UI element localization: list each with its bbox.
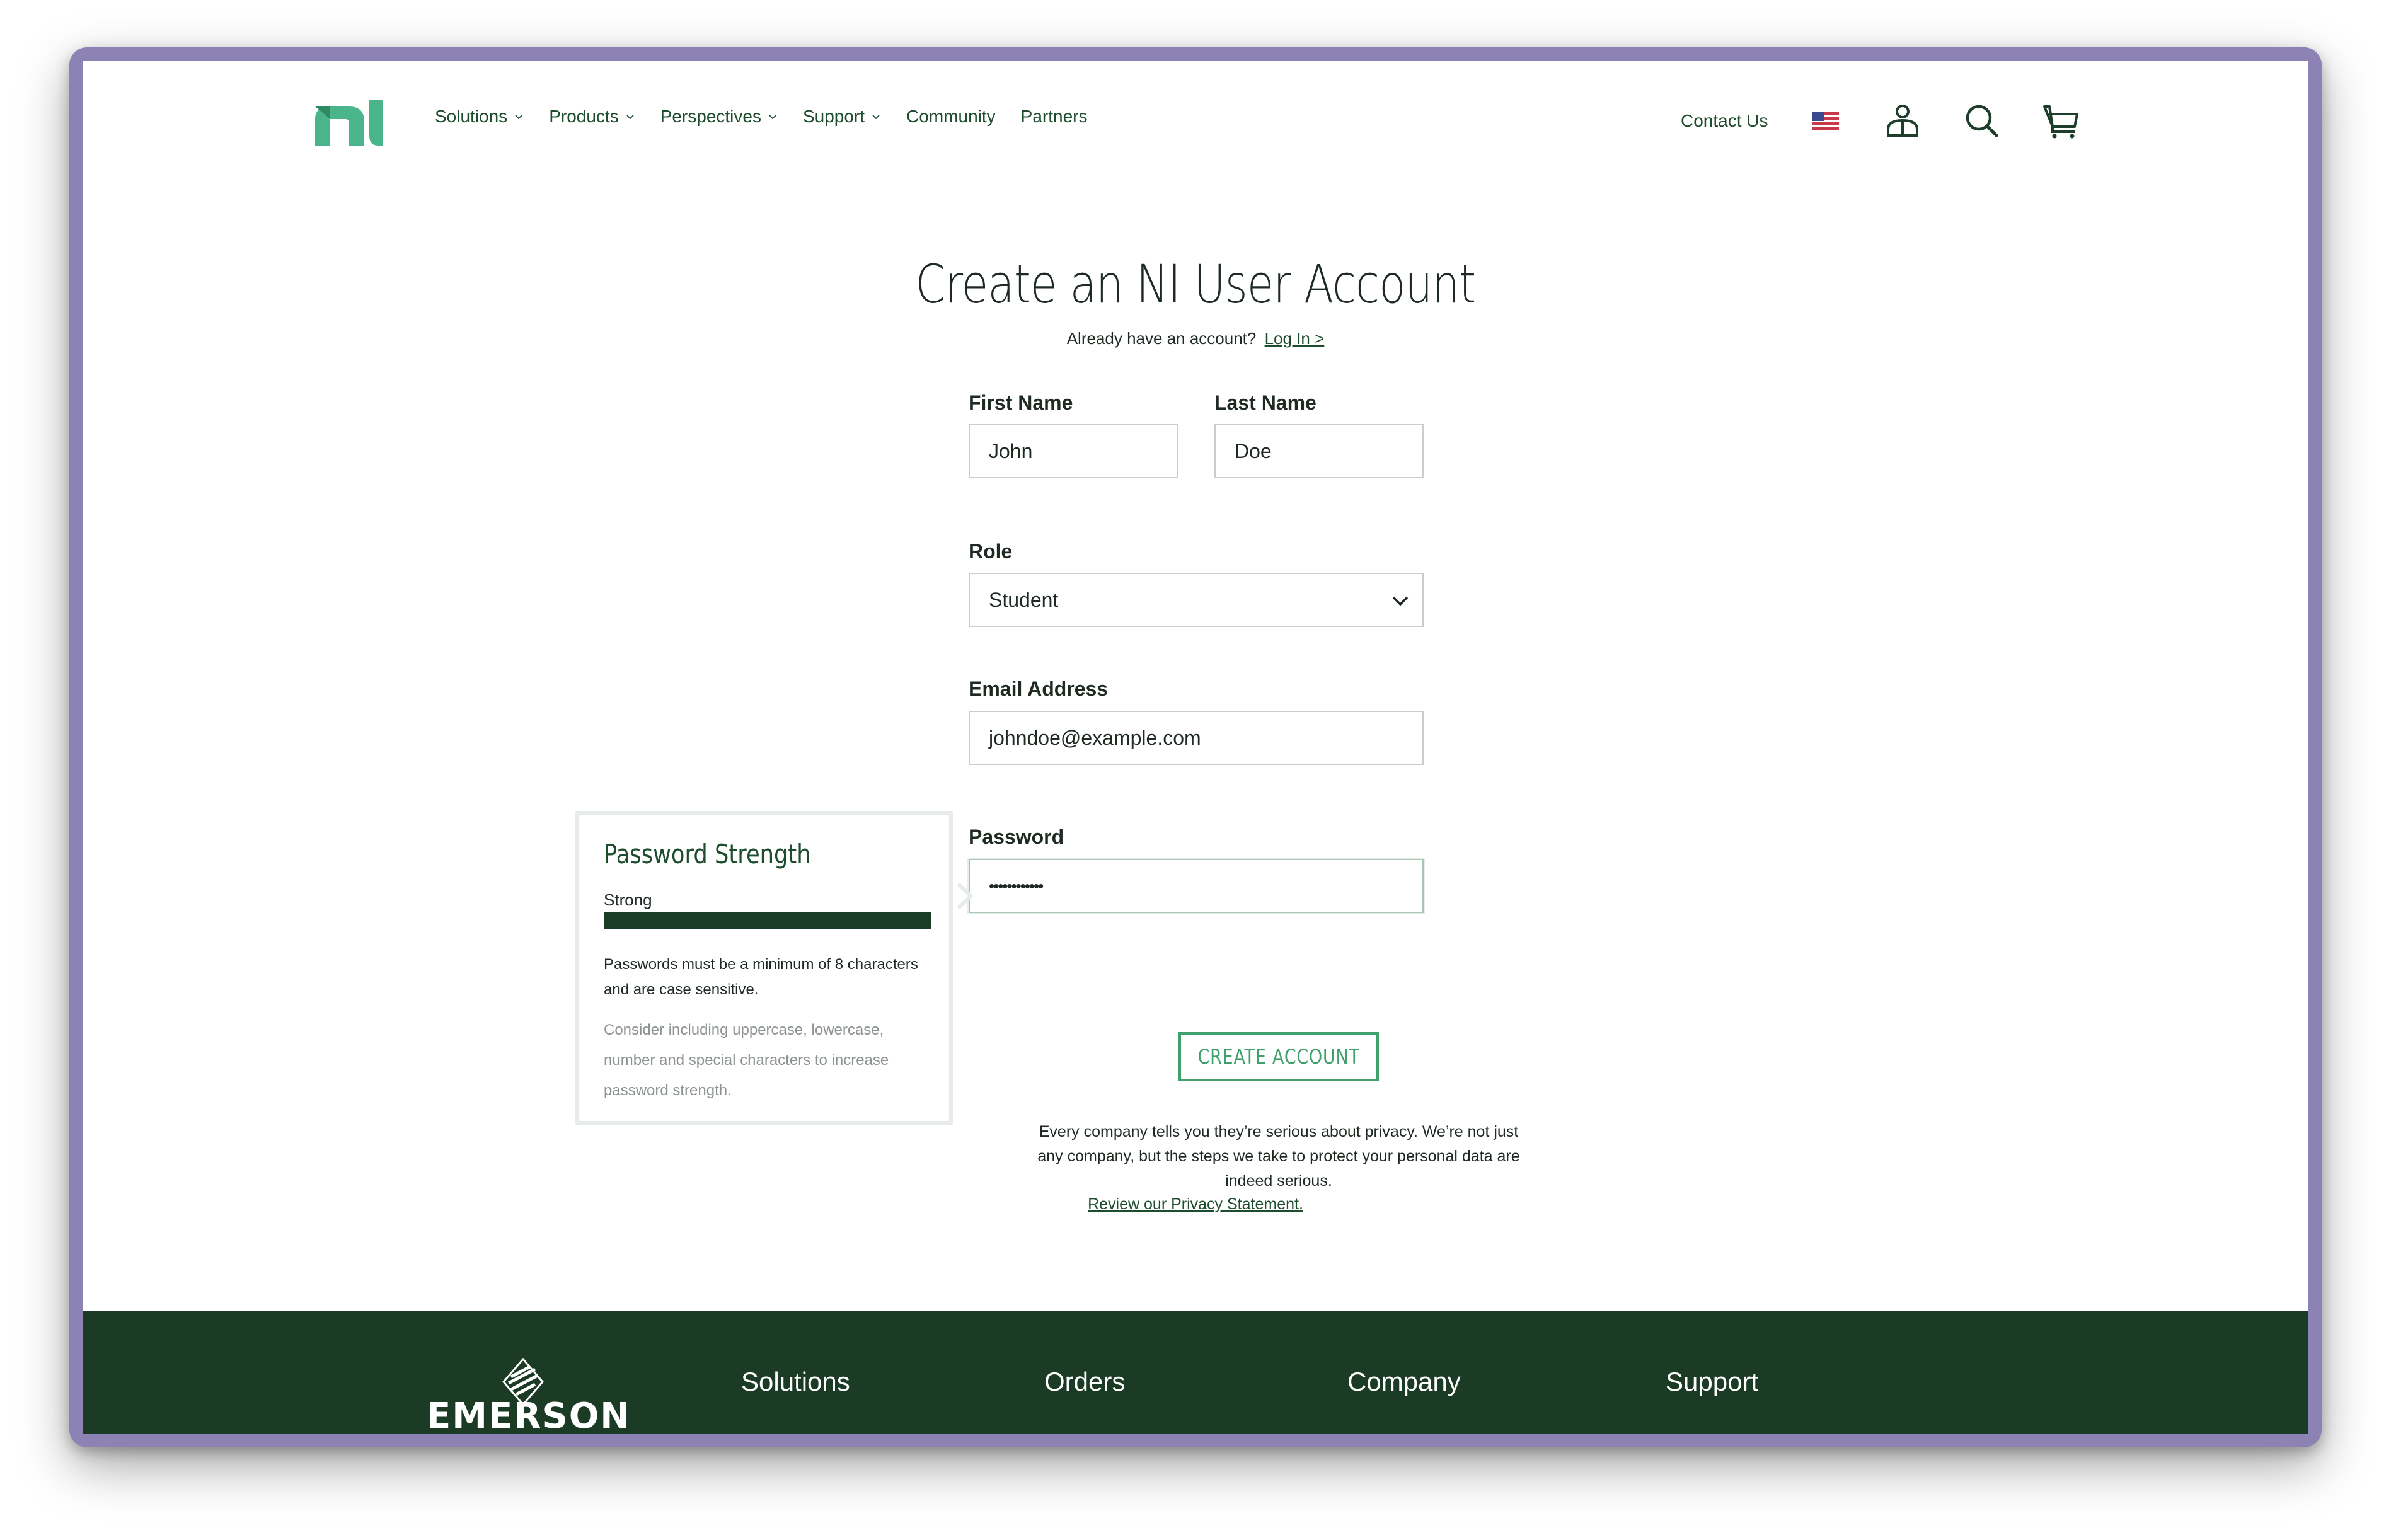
user-account-icon[interactable]	[1883, 101, 1922, 141]
role-selected-value: Student	[989, 588, 1059, 611]
password-strength-title: Password Strength	[604, 839, 811, 870]
nav-label: Perspectives	[660, 106, 761, 126]
footer-col-company[interactable]: Company	[1347, 1367, 1461, 1397]
chevron-down-icon	[872, 115, 880, 120]
emerson-wordmark: EMERSON	[427, 1396, 631, 1434]
us-flag-icon[interactable]	[1812, 112, 1839, 130]
nav-support[interactable]: Support	[803, 106, 881, 127]
nav-products[interactable]: Products	[549, 106, 635, 127]
footer-col-orders[interactable]: Orders	[1044, 1367, 1125, 1397]
first-name-field[interactable]: John	[969, 424, 1178, 478]
password-strength-level: Strong	[604, 890, 652, 909]
chevron-down-icon	[626, 115, 634, 120]
privacy-text: Every company tells you they’re serious …	[1037, 1123, 1520, 1190]
nav-solutions[interactable]: Solutions	[435, 106, 524, 127]
password-field[interactable]: ••••••••••••	[969, 859, 1424, 913]
nav-label: Solutions	[435, 106, 508, 126]
password-strength-popover: Password Strength Strong Passwords must …	[575, 811, 953, 1125]
password-strength-fill	[604, 912, 931, 929]
nav-label: Support	[802, 106, 865, 126]
browser-viewport: Solutions Products Perspectives Support …	[83, 61, 2308, 1434]
chevron-down-icon	[515, 115, 522, 120]
nav-label: Community	[906, 106, 996, 126]
password-label: Password	[969, 825, 1064, 848]
login-prompt-text: Already have an account?	[1066, 329, 1257, 348]
nav-label: Partners	[1020, 106, 1088, 126]
contact-us-link[interactable]: Contact Us	[1681, 111, 1768, 131]
ni-logo[interactable]	[315, 100, 386, 146]
chevron-down-icon	[769, 115, 776, 120]
nav-partners[interactable]: Partners	[1021, 106, 1088, 127]
chevron-down-icon	[1392, 596, 1409, 606]
last-name-label: Last Name	[1214, 391, 1316, 414]
header-utilities: Contact Us	[1681, 93, 2081, 149]
main-nav: Solutions Products Perspectives Support …	[435, 106, 1112, 127]
create-account-label: CREATE ACCOUNT	[1197, 1045, 1360, 1069]
privacy-statement-link[interactable]: Review our Privacy Statement.	[83, 1195, 2308, 1214]
cart-icon[interactable]	[2042, 101, 2081, 141]
footer-col-support[interactable]: Support	[1666, 1367, 1758, 1397]
last-name-field[interactable]: Doe	[1214, 424, 1424, 478]
login-link[interactable]: Log In >	[1265, 329, 1325, 348]
first-name-label: First Name	[969, 391, 1073, 414]
site-header: Solutions Products Perspectives Support …	[83, 61, 2308, 206]
role-label: Role	[969, 540, 1013, 563]
page-title: Create an NI User Account	[915, 253, 1477, 315]
create-account-button[interactable]: CREATE ACCOUNT	[1178, 1032, 1379, 1081]
nav-label: Products	[549, 106, 619, 126]
footer-col-solutions[interactable]: Solutions	[741, 1367, 850, 1397]
site-footer	[83, 1311, 2308, 1434]
email-label: Email Address	[969, 677, 1109, 700]
password-strength-bar	[604, 912, 931, 929]
nav-community[interactable]: Community	[906, 106, 996, 127]
search-icon[interactable]	[1962, 101, 2002, 141]
browser-window-frame: Solutions Products Perspectives Support …	[69, 47, 2322, 1447]
password-rule-text: Passwords must be a minimum of 8 charact…	[604, 956, 918, 998]
nav-perspectives[interactable]: Perspectives	[660, 106, 778, 127]
login-prompt: Already have an account? Log In >	[83, 329, 2308, 348]
password-hint-text: Consider including uppercase, lowercase,…	[604, 1021, 889, 1099]
role-select[interactable]: Student	[969, 573, 1424, 627]
email-field[interactable]: johndoe@example.com	[969, 711, 1424, 765]
